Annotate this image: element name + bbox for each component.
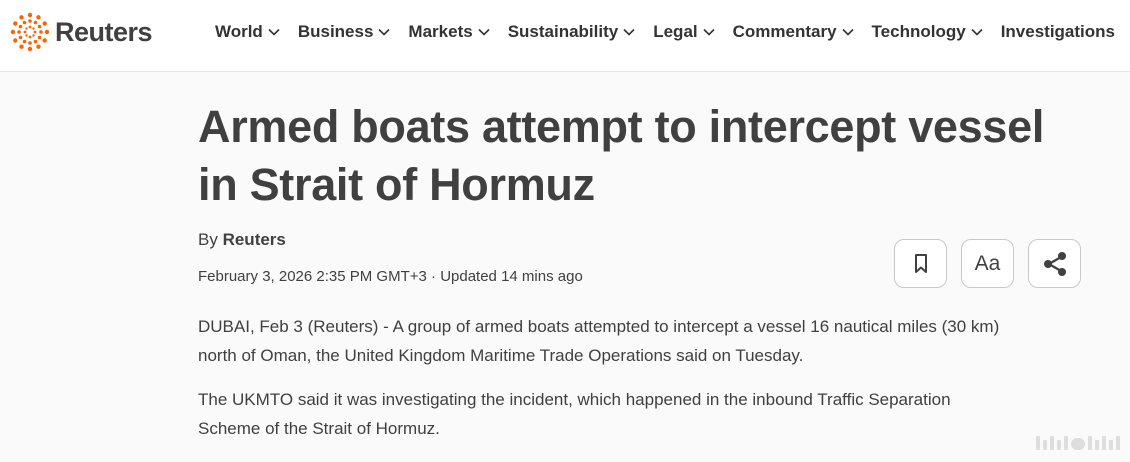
nav-item-commentary[interactable]: Commentary [733, 22, 854, 42]
nav-item-legal[interactable]: Legal [653, 22, 715, 42]
paragraph-1-line-2: north of Oman, the United Kingdom Mariti… [198, 346, 804, 365]
main-nav: World Business Markets Sustainability Le… [215, 21, 1115, 43]
article-paragraph-2: The UKMTO said it was investigating the … [198, 385, 1098, 443]
nav-item-investigations[interactable]: Investigations [1001, 22, 1115, 42]
article-dateline: February 3, 2026 2:35 PM GMT+3 · Updated… [198, 268, 583, 285]
article-headline: Armed boats attempt to intercept vessel … [198, 98, 1098, 214]
reuters-logo-icon [10, 12, 50, 52]
paragraph-1-line-1: DUBAI, Feb 3 (Reuters) - A group of arme… [198, 317, 1000, 336]
paragraph-2-line-2: Scheme of the Strait of Hormuz. [198, 419, 440, 438]
nav-item-label: Business [297, 22, 374, 41]
byline-prefix: By [198, 230, 218, 249]
nav-item-label: Investigations [1000, 22, 1115, 41]
nav-item-label: Commentary [732, 22, 837, 41]
bookmark-icon [914, 253, 927, 273]
nav-item-markets[interactable]: Markets [408, 22, 490, 42]
chevron-down-icon [971, 28, 983, 36]
share-icon [1043, 251, 1066, 276]
reuters-wordmark: Reuters [55, 16, 153, 47]
bookmark-button[interactable] [894, 239, 947, 288]
article-byline: By Reuters [198, 230, 286, 250]
nav-item-label: Legal [653, 22, 698, 41]
chevron-down-icon [378, 28, 390, 36]
nav-item-label: Sustainability [507, 22, 619, 41]
nav-item-label: Technology [871, 22, 966, 41]
author-link[interactable]: Reuters [223, 230, 286, 249]
reuters-logo[interactable]: Reuters [10, 12, 153, 52]
nav-item-technology[interactable]: Technology [872, 22, 983, 42]
top-navigation-bar: Reuters World Business Markets Sustainab… [0, 0, 1130, 72]
article-tools: Aa [894, 239, 1081, 288]
article-paragraph-1: DUBAI, Feb 3 (Reuters) - A group of arme… [198, 312, 1098, 370]
nav-item-label: Markets [408, 22, 473, 41]
chevron-down-icon [703, 28, 715, 36]
headline-line-2: in Strait of Hormuz [198, 159, 595, 210]
text-size-button[interactable]: Aa [961, 239, 1014, 288]
chevron-down-icon [268, 28, 280, 36]
chevron-down-icon [623, 28, 635, 36]
nav-item-world[interactable]: World [215, 22, 280, 42]
paragraph-2-line-1: The UKMTO said it was investigating the … [198, 390, 951, 409]
text-size-label: Aa [974, 251, 1001, 275]
nav-item-sustainability[interactable]: Sustainability [508, 22, 636, 42]
nav-item-business[interactable]: Business [298, 22, 391, 42]
chevron-down-icon [478, 28, 490, 36]
share-button[interactable] [1028, 239, 1081, 288]
headline-line-1: Armed boats attempt to intercept vessel [198, 101, 1045, 152]
nav-item-label: World [214, 22, 263, 41]
chevron-down-icon [841, 28, 854, 36]
image-watermark [1033, 436, 1120, 450]
